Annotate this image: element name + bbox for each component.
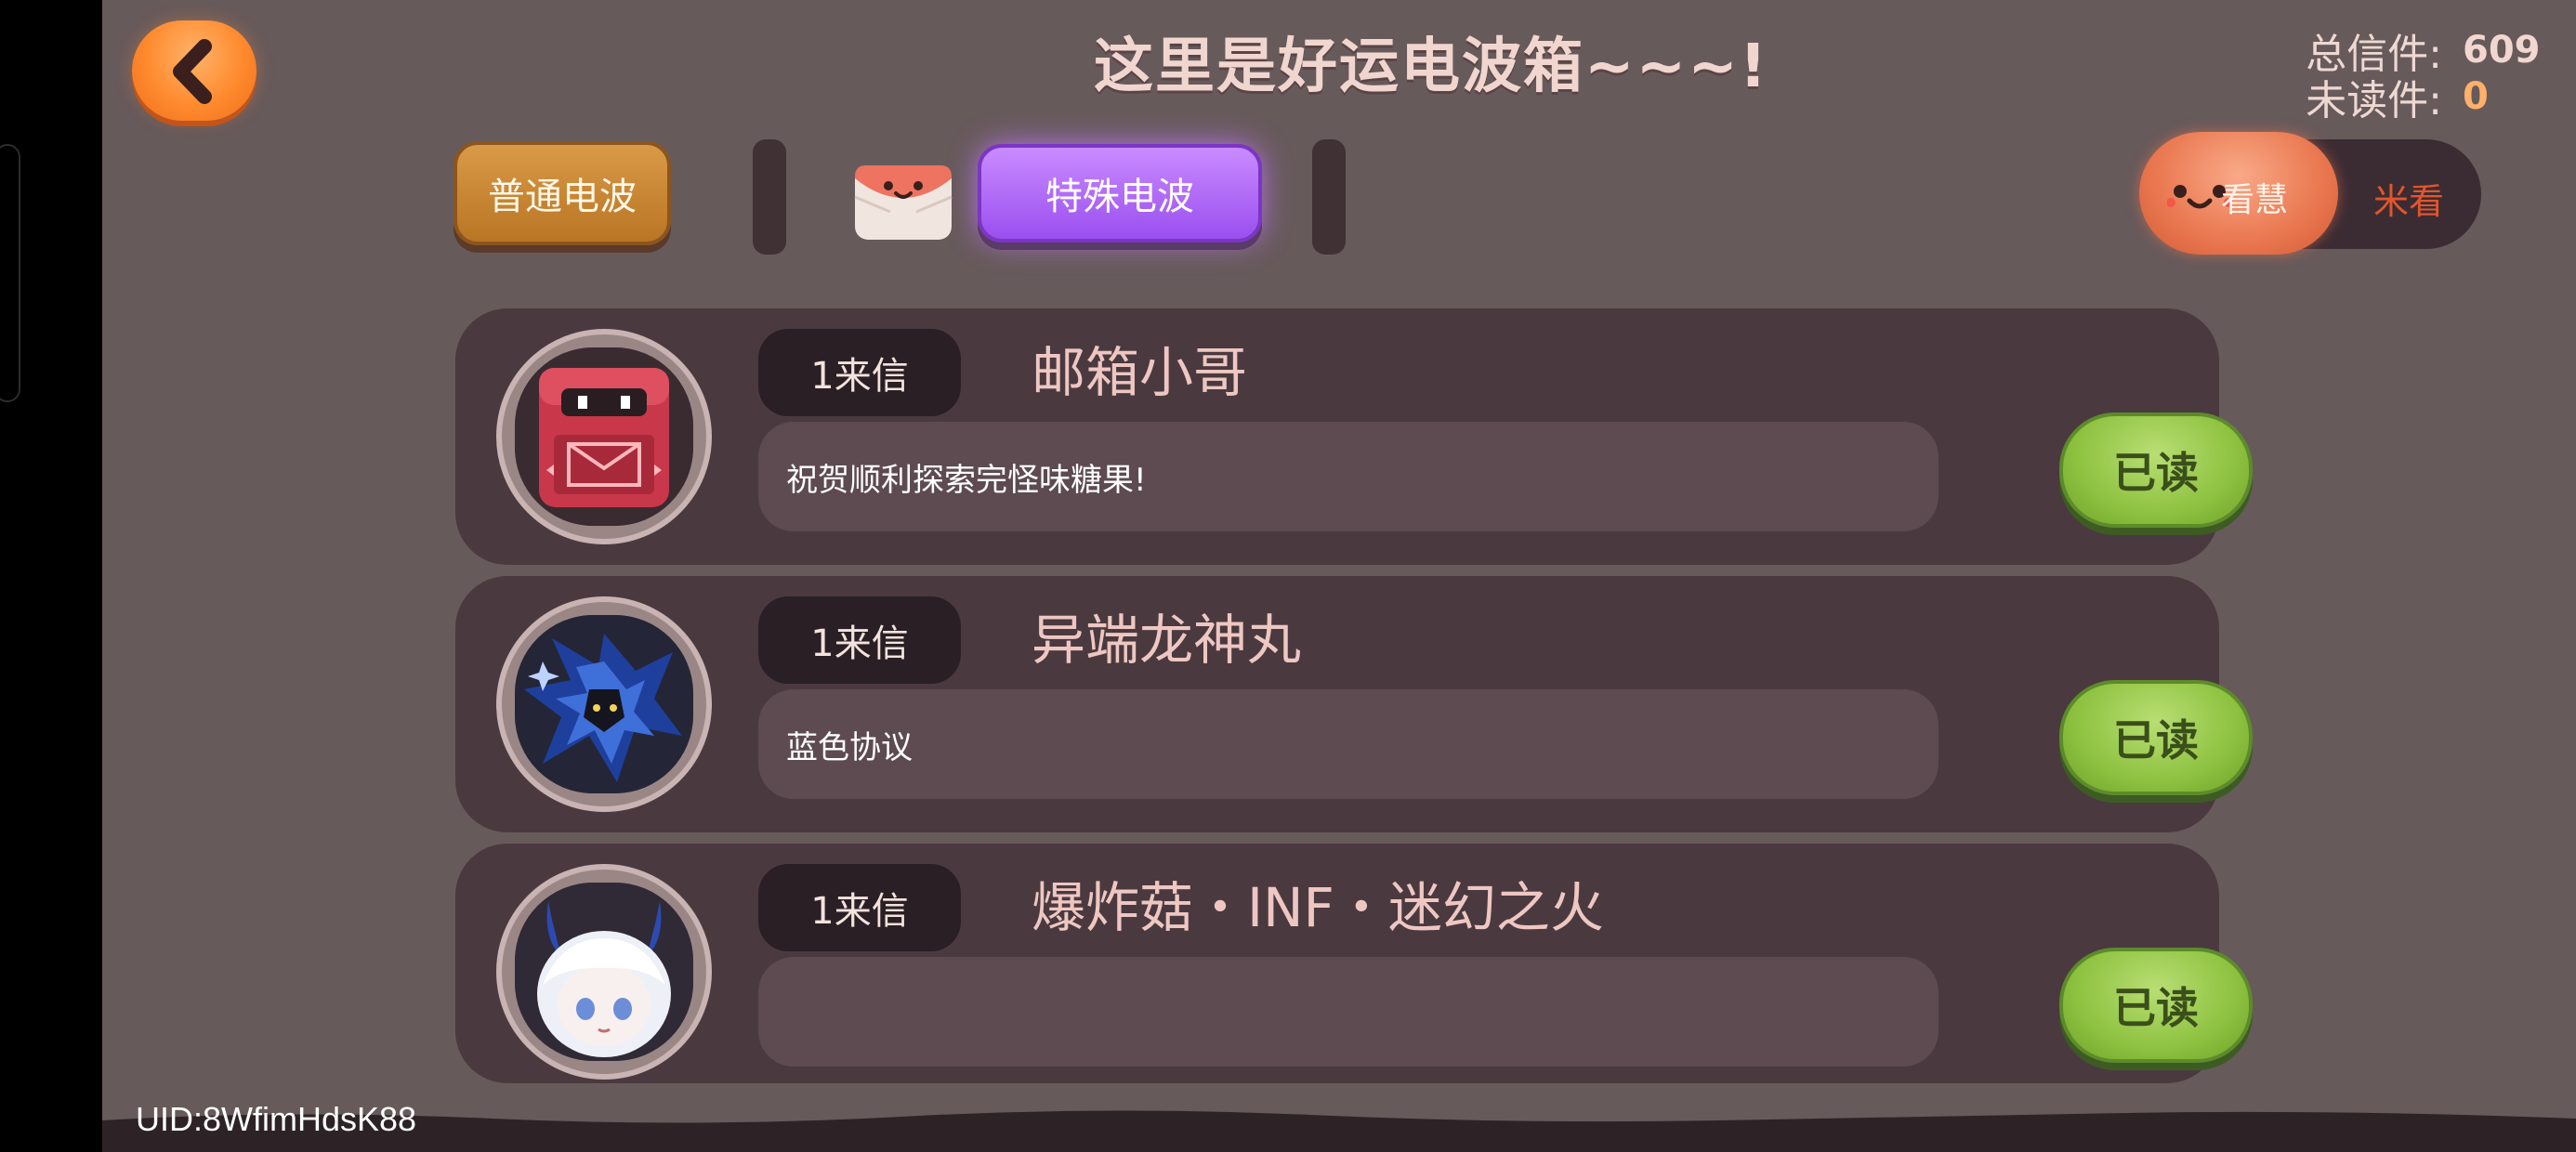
letter-count-badge: 1来信 — [758, 329, 961, 416]
sender-name: 爆炸菇・INF・迷幻之火 — [1032, 876, 1604, 939]
bottom-wave-decoration — [102, 1110, 2576, 1152]
toggle-knob[interactable]: 看慧 — [2139, 132, 2338, 255]
back-button[interactable] — [132, 20, 256, 121]
page-title: 这里是好运电波箱~~~! — [1093, 33, 1769, 101]
letter-count-badge: 1来信 — [758, 596, 961, 684]
total-mail-value: 609 — [2463, 29, 2541, 72]
view-toggle-switch[interactable]: 米看 看慧 — [2139, 132, 2481, 255]
avatar — [496, 329, 712, 544]
device-edge-outline — [0, 144, 20, 402]
read-status-button[interactable]: 已读 — [2059, 948, 2253, 1063]
mailbox-robot-icon — [515, 347, 693, 526]
unread-mail-value: 0 — [2463, 75, 2489, 118]
mail-message-text: 蓝色协议 — [786, 728, 913, 766]
tab-divider — [1312, 139, 1346, 255]
blue-dragon-icon — [515, 615, 693, 793]
mail-message-text: 祝贺顺利探索完怪味糖果! — [786, 461, 1147, 499]
avatar-image — [515, 615, 693, 793]
mailbox-screen: 这里是好运电波箱~~~! 总信件: 609 未读件: 0 普通电波 特殊电波 米… — [102, 0, 2576, 1152]
mail-message: 蓝色协议 — [758, 689, 1939, 799]
read-status-button[interactable]: 已读 — [2059, 680, 2253, 795]
mail-message: 祝贺顺利探索完怪味糖果! — [758, 422, 1939, 531]
user-id-label: UID:8WfimHdsK88 — [136, 1100, 417, 1138]
tab-divider — [753, 139, 786, 255]
view-toggle-off-label: 米看 — [2372, 181, 2444, 222]
letter-count-badge: 1来信 — [758, 864, 961, 951]
envelope-face-icon — [854, 165, 953, 240]
unread-mail-counter: 未读件: 0 — [2306, 67, 2546, 126]
unread-mail-label: 未读件: — [2306, 77, 2442, 124]
sender-name: 异端龙神丸 — [1032, 609, 1302, 672]
mail-item[interactable]: 1来信 邮箱小哥 祝贺顺利探索完怪味糖果! 已读 — [455, 308, 2253, 565]
avatar — [496, 864, 712, 1080]
read-status-button[interactable]: 已读 — [2059, 412, 2253, 528]
tab-normal-label: 普通电波 — [488, 176, 637, 218]
view-toggle-on-label: 看慧 — [2221, 181, 2289, 219]
device-left-bezel — [0, 0, 102, 1152]
avatar-image — [515, 347, 693, 526]
avatar — [496, 596, 712, 812]
mail-message — [758, 957, 1939, 1067]
mail-item[interactable]: 1来信 爆炸菇・INF・迷幻之火 已读 — [455, 844, 2253, 1083]
mail-item[interactable]: 1来信 异端龙神丸 蓝色协议 已读 — [455, 576, 2253, 832]
tab-normal-waves[interactable]: 普通电波 — [453, 141, 671, 245]
back-arrow-icon — [173, 39, 212, 104]
avatar-image — [515, 883, 693, 1061]
tab-special-label: 特殊电波 — [1045, 176, 1194, 218]
screen: 这里是好运电波箱~~~! 总信件: 609 未读件: 0 普通电波 特殊电波 米… — [0, 0, 2576, 1152]
tab-special-waves[interactable]: 特殊电波 — [978, 144, 1262, 242]
sender-name: 邮箱小哥 — [1032, 341, 1248, 404]
white-hair-girl-icon — [515, 883, 693, 1061]
